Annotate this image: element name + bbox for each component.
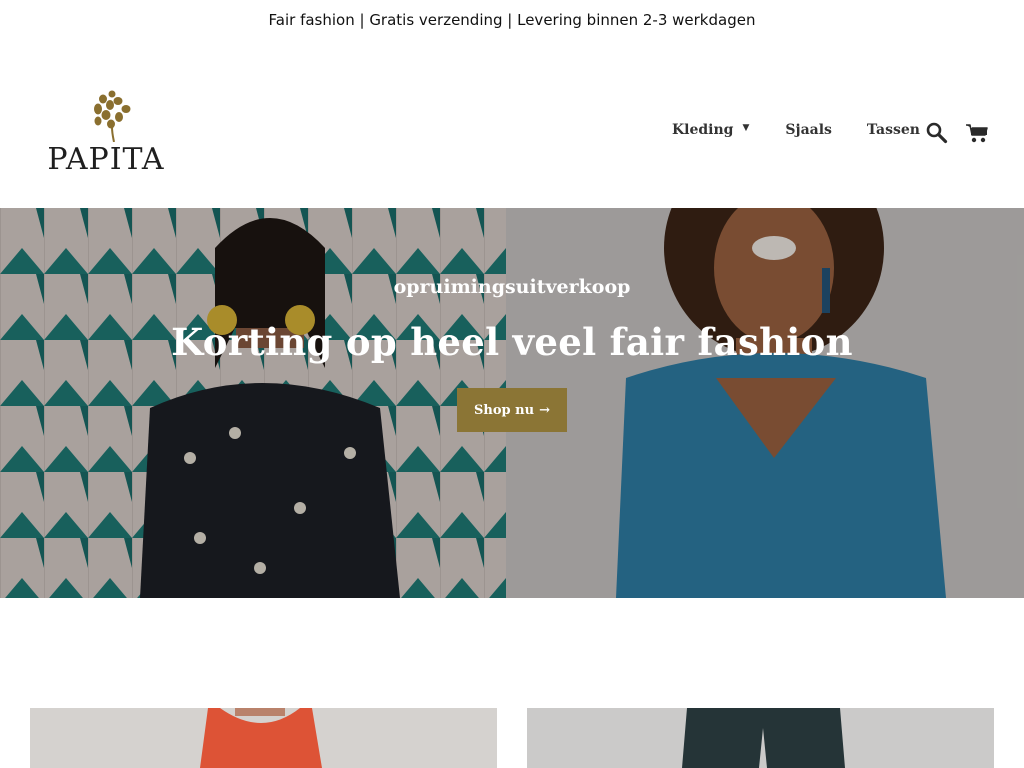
site-header: PAPITA Kleding ▼ Sjaals Tassen <box>0 40 1024 208</box>
announcement-bar: Fair fashion | Gratis verzending | Lever… <box>0 0 1024 40</box>
nav-label-kleding: Kleding <box>672 122 734 138</box>
nav-item-sjaals[interactable]: Sjaals <box>785 122 832 138</box>
shop-now-label: Shop nu <box>474 402 535 418</box>
nav-item-tassen[interactable]: Tassen <box>867 122 920 138</box>
announcement-text: Fair fashion | Gratis verzending | Lever… <box>268 11 756 29</box>
hero-title: Korting op heel veel fair fashion <box>171 320 853 364</box>
hero-content: opruimingsuitverkoop Korting op heel vee… <box>0 208 1024 598</box>
search-icon[interactable] <box>926 122 948 144</box>
hero-banner: opruimingsuitverkoop Korting op heel vee… <box>0 208 1024 598</box>
logo-link[interactable]: PAPITA <box>40 90 172 180</box>
hero-subtitle: opruimingsuitverkoop <box>393 276 631 298</box>
logo-leaf-icon <box>94 90 131 142</box>
nav-label-sjaals: Sjaals <box>785 122 832 138</box>
shop-now-button[interactable]: Shop nu → <box>457 388 567 432</box>
main-nav: Kleding ▼ Sjaals Tassen <box>672 122 920 138</box>
arrow-right-icon: → <box>539 402 550 418</box>
collection-card[interactable] <box>30 708 497 768</box>
collection-card[interactable] <box>527 708 994 768</box>
caret-down-icon: ▼ <box>742 123 750 133</box>
featured-collections <box>0 708 1024 768</box>
nav-item-kleding[interactable]: Kleding ▼ <box>672 122 749 138</box>
logo-text: PAPITA <box>47 142 165 177</box>
nav-label-tassen: Tassen <box>866 122 920 138</box>
cart-icon[interactable] <box>965 122 989 144</box>
